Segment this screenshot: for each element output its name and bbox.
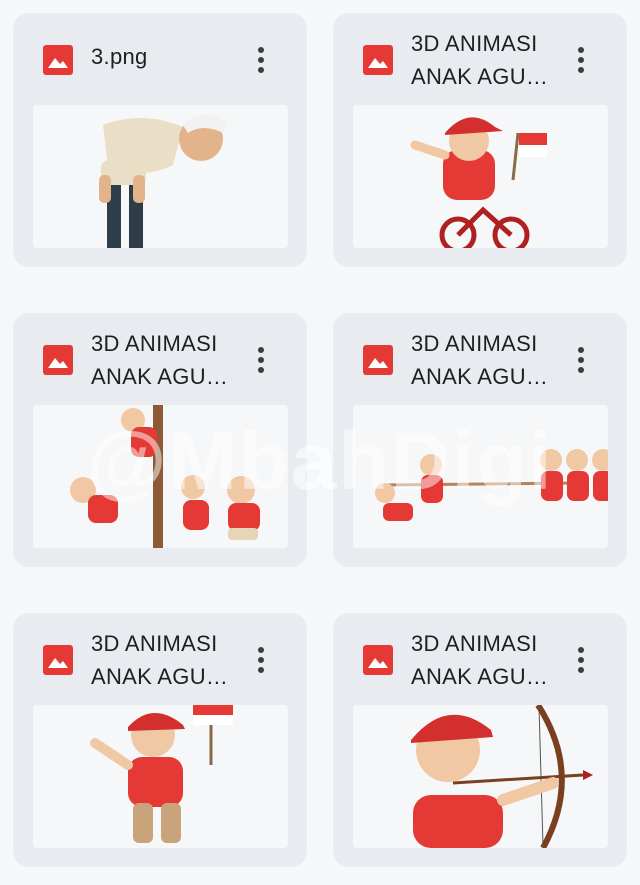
file-thumbnail[interactable] [353, 105, 608, 248]
file-name: 3D ANIMASI ANAK AGU… [411, 331, 549, 389]
file-name: 3D ANIMASI ANAK AGU… [91, 331, 229, 389]
image-file-icon [43, 345, 73, 375]
more-options-icon[interactable] [571, 43, 591, 77]
image-file-icon [363, 345, 393, 375]
file-card[interactable]: 3D ANIMASI ANAK AGU… [333, 613, 627, 867]
image-file-icon [363, 45, 393, 75]
file-thumbnail[interactable] [33, 405, 288, 548]
image-file-icon [43, 645, 73, 675]
more-options-icon[interactable] [251, 343, 271, 377]
more-options-icon[interactable] [251, 643, 271, 677]
file-thumbnail[interactable] [353, 405, 608, 548]
thumbnail-image [410, 117, 547, 248]
thumbnail-image [90, 705, 233, 843]
file-card[interactable]: 3.png [13, 13, 307, 267]
thumbnail-image [411, 705, 593, 848]
thumbnail-image [375, 449, 608, 521]
file-card[interactable]: 3D ANIMASI ANAK AGU… [333, 13, 627, 267]
file-name: 3D ANIMASI ANAK AGU… [411, 631, 549, 689]
file-name: 3.png [91, 44, 148, 69]
more-options-icon[interactable] [571, 343, 591, 377]
file-name: 3D ANIMASI ANAK AGU… [91, 631, 229, 689]
thumbnail-image [99, 114, 228, 248]
image-file-icon [43, 45, 73, 75]
file-name: 3D ANIMASI ANAK AGU… [411, 31, 549, 89]
file-card[interactable]: 3D ANIMASI ANAK AGU… [13, 613, 307, 867]
more-options-icon[interactable] [251, 43, 271, 77]
file-thumbnail[interactable] [353, 705, 608, 848]
file-card[interactable]: 3D ANIMASI ANAK AGU… [13, 313, 307, 567]
file-card[interactable]: 3D ANIMASI ANAK AGU… [333, 313, 627, 567]
file-thumbnail[interactable] [33, 105, 288, 248]
file-thumbnail[interactable] [33, 705, 288, 848]
thumbnail-image [70, 405, 260, 548]
more-options-icon[interactable] [571, 643, 591, 677]
image-file-icon [363, 645, 393, 675]
